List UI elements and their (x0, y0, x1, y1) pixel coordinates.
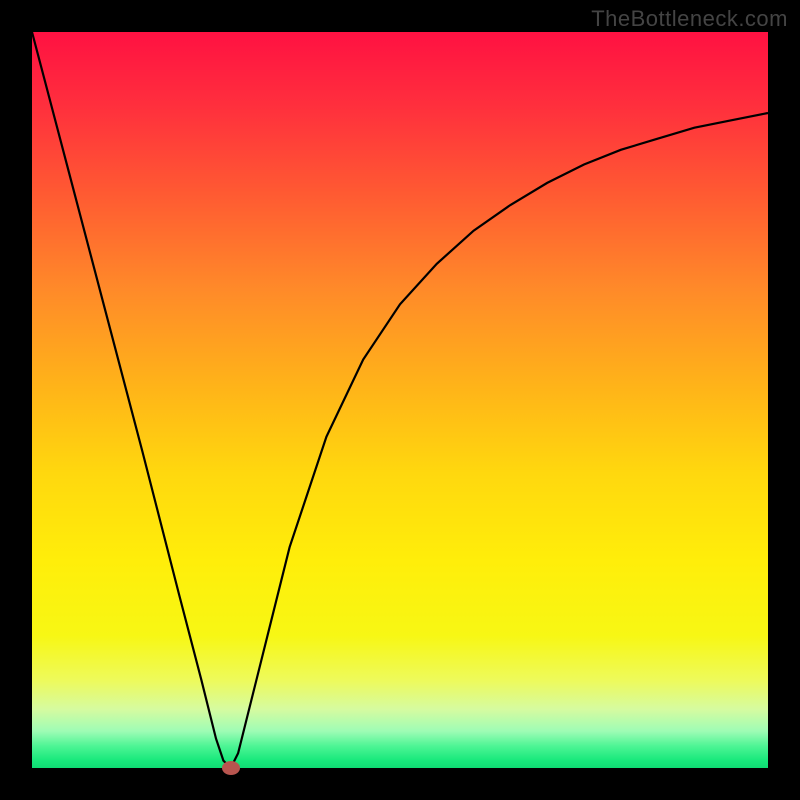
watermark-text: TheBottleneck.com (591, 6, 788, 32)
optimal-point-marker (222, 761, 240, 775)
chart-frame: TheBottleneck.com (0, 0, 800, 800)
bottleneck-curve (32, 32, 768, 768)
curve-svg (32, 32, 768, 768)
